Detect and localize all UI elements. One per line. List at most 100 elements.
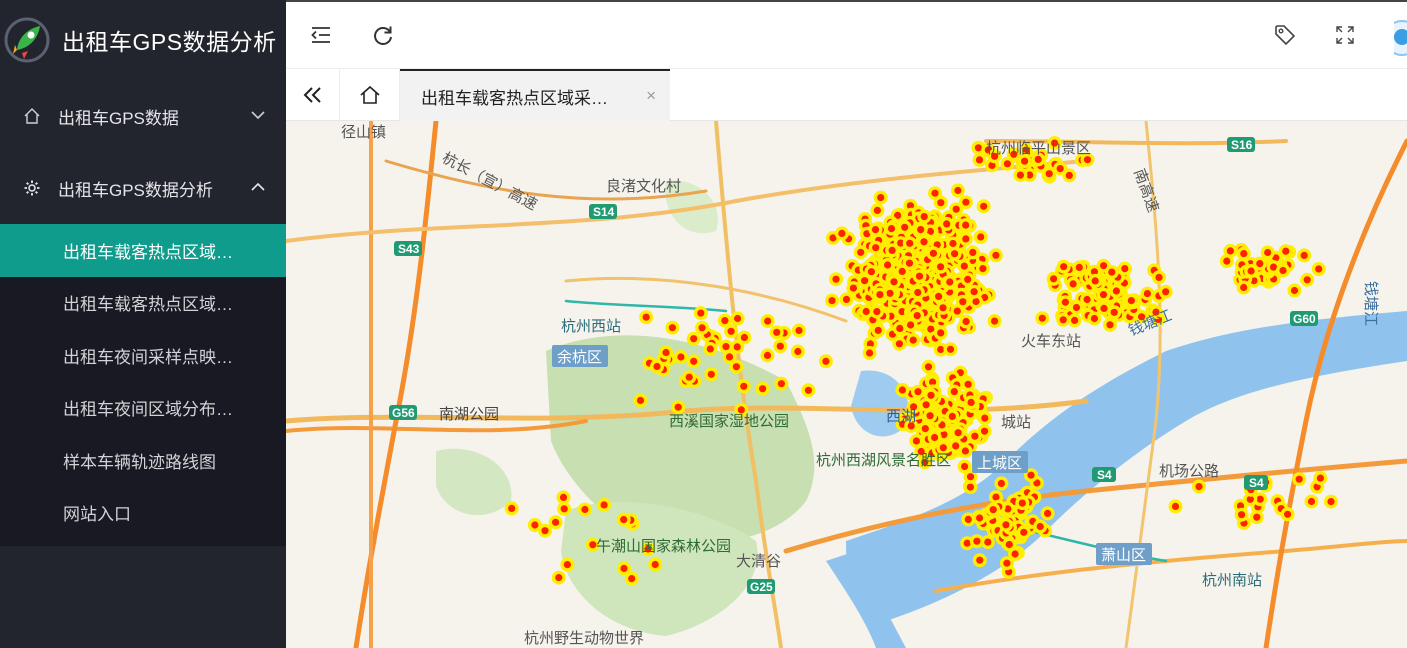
sidebar-item-website[interactable]: 网站入口 [0, 487, 286, 540]
tag-icon[interactable] [1272, 22, 1298, 48]
hotspot-dot [952, 205, 960, 213]
hotspot-dot [963, 539, 971, 547]
hotspot-dot [914, 388, 922, 396]
map-view[interactable]: 径山镇 杭长（宣）高速 良渚文化村 杭州西站 南湖公园 西溪国家湿地公园 杭州西… [286, 121, 1407, 648]
hotspot-dot [917, 226, 925, 234]
menu-group-label: 出租车GPS数据 [58, 108, 179, 128]
hotspot-dot [943, 220, 951, 228]
hotspot-dot [1044, 509, 1052, 517]
map-label: 杭州临平山景区 [986, 140, 1091, 157]
hotspot-dot [727, 327, 735, 335]
hotspot-dot [732, 363, 740, 371]
hotspot-dot [1240, 283, 1248, 292]
menu-fold-icon[interactable] [308, 22, 334, 48]
hotspot-dot [1316, 474, 1324, 482]
hotspot-dot [1083, 156, 1092, 164]
sidebar-item-night-samples[interactable]: 出租车夜间采样点映… [0, 329, 286, 382]
hotspot-dot [886, 289, 894, 297]
hotspot-dot [1005, 540, 1013, 549]
road [353, 121, 439, 648]
tab-hotspot-active[interactable]: 出租车载客热点区域采… × [400, 69, 670, 121]
hotspot-dot [939, 444, 947, 452]
hotspot-dot [874, 326, 882, 334]
hotspot-dot [876, 291, 884, 299]
hotspot-dot [555, 574, 563, 582]
sidebar-item-hotspot-1[interactable]: 出租车载客热点区域… [0, 224, 286, 277]
hotspot-dot [674, 403, 682, 411]
chevron-down-icon [251, 111, 265, 120]
hotspot-dot [777, 380, 785, 388]
hotspot-dot [707, 370, 715, 378]
hotspot-dot [773, 328, 781, 336]
map-label: 钱塘江 [1362, 281, 1379, 326]
hotspot-dot [1246, 495, 1254, 503]
park-area [436, 448, 512, 516]
hotspot-dot [1108, 268, 1116, 276]
hotspot-dot [975, 156, 984, 164]
hotspot-dot [954, 186, 962, 195]
brand: 出租车GPS数据分析 [0, 0, 286, 80]
hotspot-dot [1223, 257, 1231, 265]
hotspot-dot [967, 398, 975, 406]
tabs-scroll-left-button[interactable] [286, 69, 340, 121]
hotspot-dot [992, 251, 1000, 259]
hotspot-dot [690, 335, 698, 343]
hotspot-dot [924, 363, 933, 371]
hotspot-dot [1295, 475, 1303, 483]
hotspot-dot [653, 362, 661, 371]
menu-group-gps-data[interactable]: 出租车GPS数据 [0, 80, 286, 152]
hotspot-dot [921, 425, 929, 433]
hotspot-dot [954, 429, 962, 437]
map-label: 西溪国家湿地公园 [669, 413, 789, 430]
hotspot-dot [1121, 265, 1129, 273]
sidebar-item-night-regions[interactable]: 出租车夜间区域分布… [0, 382, 286, 435]
hotspot-dot [1238, 511, 1246, 519]
hotspot-dot [964, 380, 972, 388]
hotspot-dot [842, 295, 851, 303]
hotspot-dot [804, 386, 813, 394]
tab-close-icon[interactable]: × [646, 86, 656, 106]
hotspot-dot [966, 483, 975, 491]
map-label: 杭长（宣）高速 [439, 150, 540, 214]
hotspot-dot [721, 317, 729, 325]
hotspot-dot [964, 275, 972, 283]
hotspot-dot [620, 564, 628, 572]
hotspot-dot [953, 307, 961, 315]
hotspot-dot [970, 288, 978, 296]
refresh-icon[interactable] [370, 22, 396, 48]
sidebar-item-trajectory[interactable]: 样本车辆轨迹路线图 [0, 434, 286, 487]
hotspot-dot [981, 414, 989, 422]
hotspot-dot [1106, 321, 1114, 329]
hotspot-dot [1100, 304, 1108, 312]
hotspot-dot [937, 199, 945, 207]
hotspot-dot [795, 326, 803, 335]
map-label: 南湖公园 [439, 406, 499, 423]
hotspot-dot [1020, 528, 1028, 536]
hotspot-dot [1075, 263, 1083, 271]
sidebar-item-hotspot-2[interactable]: 出租车载客热点区域… [0, 277, 286, 330]
hotspot-dot [1069, 280, 1077, 288]
hotspot-dot [997, 479, 1006, 487]
fullscreen-icon[interactable] [1332, 22, 1358, 48]
hotspot-dot [1060, 263, 1068, 271]
hotspot-dot [794, 347, 802, 356]
sidebar-item-label: 网站入口 [63, 505, 131, 525]
map-canvas[interactable]: 径山镇 杭长（宣）高速 良渚文化村 杭州西站 南湖公园 西溪国家湿地公园 杭州西… [286, 121, 1407, 648]
hotspot-dot [1327, 498, 1335, 506]
menu-group-gps-analysis[interactable]: 出租车GPS数据分析 [0, 152, 286, 224]
hotspot-dot [866, 349, 874, 357]
chevron-up-icon [251, 182, 265, 191]
tab-home[interactable] [340, 69, 400, 121]
hotspot-dot [1290, 286, 1299, 295]
hotspot-dot [981, 427, 989, 435]
hotspot-dot [1282, 247, 1290, 255]
hotspot-dot [1027, 471, 1035, 479]
highway-label: S43 [398, 242, 420, 256]
hotspot-dot [962, 221, 970, 229]
hotspot-dot [1065, 171, 1073, 179]
hotspot-dot [969, 248, 977, 256]
hotspot-dot [1061, 298, 1069, 306]
hotspot-dot [1059, 316, 1067, 324]
avatar[interactable] [1394, 20, 1407, 56]
map-label: 径山镇 [341, 124, 386, 141]
